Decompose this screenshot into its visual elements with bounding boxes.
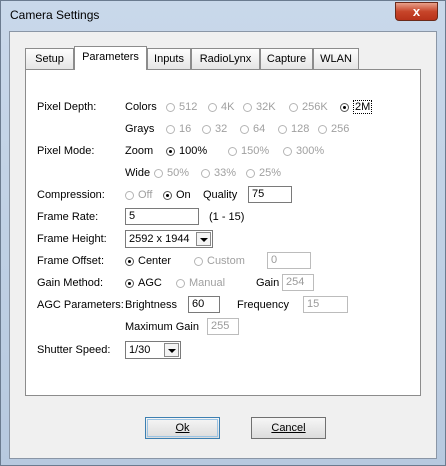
offset-custom-label: Custom <box>207 255 245 267</box>
gain-agc-radio[interactable] <box>125 279 134 288</box>
frame-height-value: 2592 x 1944 <box>129 233 190 245</box>
colors-4k-label: 4K <box>221 101 235 113</box>
colors-label: Colors <box>125 101 157 113</box>
tab-setup[interactable]: Setup <box>25 48 74 69</box>
compression-on-label: On <box>176 189 191 201</box>
gain-agc-label: AGC <box>138 277 162 289</box>
shutter-speed-value: 1/30 <box>129 344 151 356</box>
wide-50-radio[interactable] <box>154 169 163 178</box>
zoom-150-label: 150% <box>241 145 270 157</box>
agc-parameters-label: AGC Parameters: <box>37 299 124 311</box>
colors-32k-label: 32K <box>256 101 276 113</box>
frame-height-label: Frame Height: <box>37 233 107 245</box>
frequency-input[interactable]: 15 <box>303 296 348 313</box>
compression-off-label: Off <box>138 189 153 201</box>
gain-manual-label: Manual <box>189 277 226 289</box>
frame-height-select[interactable]: 2592 x 1944 <box>125 230 213 248</box>
gain-manual-radio[interactable] <box>176 279 185 288</box>
zoom-300-radio[interactable] <box>283 147 292 156</box>
compression-off-radio[interactable] <box>125 191 134 200</box>
frame-rate-range: (1 - 15) <box>209 211 245 223</box>
brightness-input[interactable]: 60 <box>188 296 220 313</box>
maximum-gain-label: Maximum Gain <box>125 321 199 333</box>
parameters-panel: Pixel Depth: Colors 512 4K 32K 256K 2M G… <box>25 69 421 396</box>
tab-radiolynx[interactable]: RadioLynx <box>191 48 260 69</box>
zoom-100-label: 100% <box>179 145 208 157</box>
zoom-150-radio[interactable] <box>228 147 237 156</box>
maximum-gain-input[interactable]: 255 <box>207 318 239 335</box>
close-button[interactable]: x <box>395 2 438 21</box>
frequency-label: Frequency <box>237 299 289 311</box>
grays-label: Grays <box>125 123 155 135</box>
zoom-label: Zoom <box>125 145 154 157</box>
colors-32k-radio[interactable] <box>243 103 252 112</box>
grays-64-radio[interactable] <box>240 125 249 134</box>
brightness-label: Brightness <box>125 299 177 311</box>
zoom-100-radio[interactable] <box>166 147 175 156</box>
gain-label: Gain <box>256 277 280 289</box>
compression-label: Compression: <box>37 189 105 201</box>
dialog-client-area: Setup Parameters Inputs RadioLynx Captur… <box>9 31 437 459</box>
grays-256-label: 256 <box>331 123 350 135</box>
gain-method-label: Gain Method: <box>37 277 104 289</box>
grays-16-radio[interactable] <box>166 125 175 134</box>
quality-label: Quality <box>203 189 238 201</box>
compression-on-radio[interactable] <box>163 191 172 200</box>
wide-label: Wide <box>125 167 151 179</box>
colors-256k-radio[interactable] <box>289 103 298 112</box>
colors-512-radio[interactable] <box>166 103 175 112</box>
pixel-depth-label: Pixel Depth: <box>37 101 97 113</box>
tab-wlan[interactable]: WLAN <box>313 48 359 69</box>
wide-25-label: 25% <box>259 167 282 179</box>
grays-256-radio[interactable] <box>318 125 327 134</box>
tab-capture[interactable]: Capture <box>260 48 313 69</box>
grays-16-label: 16 <box>179 123 192 135</box>
quality-input[interactable]: 75 <box>248 186 292 203</box>
wide-50-label: 50% <box>167 167 190 179</box>
ok-button[interactable]: Ok <box>145 417 220 439</box>
pixel-mode-label: Pixel Mode: <box>37 145 95 157</box>
zoom-300-label: 300% <box>296 145 325 157</box>
window-title: Camera Settings <box>10 8 100 22</box>
frame-rate-input[interactable]: 5 <box>125 208 199 225</box>
cancel-button[interactable]: Cancel <box>251 417 326 439</box>
offset-center-label: Center <box>138 255 172 267</box>
grays-128-label: 128 <box>291 123 310 135</box>
offset-custom-input[interactable]: 0 <box>267 252 311 269</box>
grays-32-label: 32 <box>215 123 228 135</box>
wide-25-radio[interactable] <box>246 169 255 178</box>
grays-32-radio[interactable] <box>202 125 211 134</box>
colors-2m-radio[interactable] <box>340 103 349 112</box>
grays-128-radio[interactable] <box>278 125 287 134</box>
colors-4k-radio[interactable] <box>208 103 217 112</box>
close-icon: x <box>412 4 421 19</box>
colors-2m-label: 2M <box>353 100 373 114</box>
shutter-speed-label: Shutter Speed: <box>37 344 111 356</box>
tab-parameters[interactable]: Parameters <box>74 46 147 70</box>
title-bar[interactable]: Camera Settings x <box>1 1 445 31</box>
gain-input[interactable]: 254 <box>282 274 314 291</box>
camera-settings-window: Camera Settings x Setup Parameters Input… <box>0 0 446 466</box>
colors-512-label: 512 <box>179 101 198 113</box>
wide-33-radio[interactable] <box>201 169 210 178</box>
tab-inputs[interactable]: Inputs <box>147 48 191 69</box>
shutter-speed-select[interactable]: 1/30 <box>125 341 181 359</box>
chevron-down-icon[interactable] <box>196 232 211 246</box>
offset-custom-radio[interactable] <box>194 257 203 266</box>
wide-33-label: 33% <box>214 167 237 179</box>
frame-offset-label: Frame Offset: <box>37 255 105 267</box>
offset-center-radio[interactable] <box>125 257 134 266</box>
grays-64-label: 64 <box>253 123 266 135</box>
colors-256k-label: 256K <box>302 101 328 113</box>
frame-rate-label: Frame Rate: <box>37 211 99 223</box>
chevron-down-icon[interactable] <box>164 343 179 357</box>
